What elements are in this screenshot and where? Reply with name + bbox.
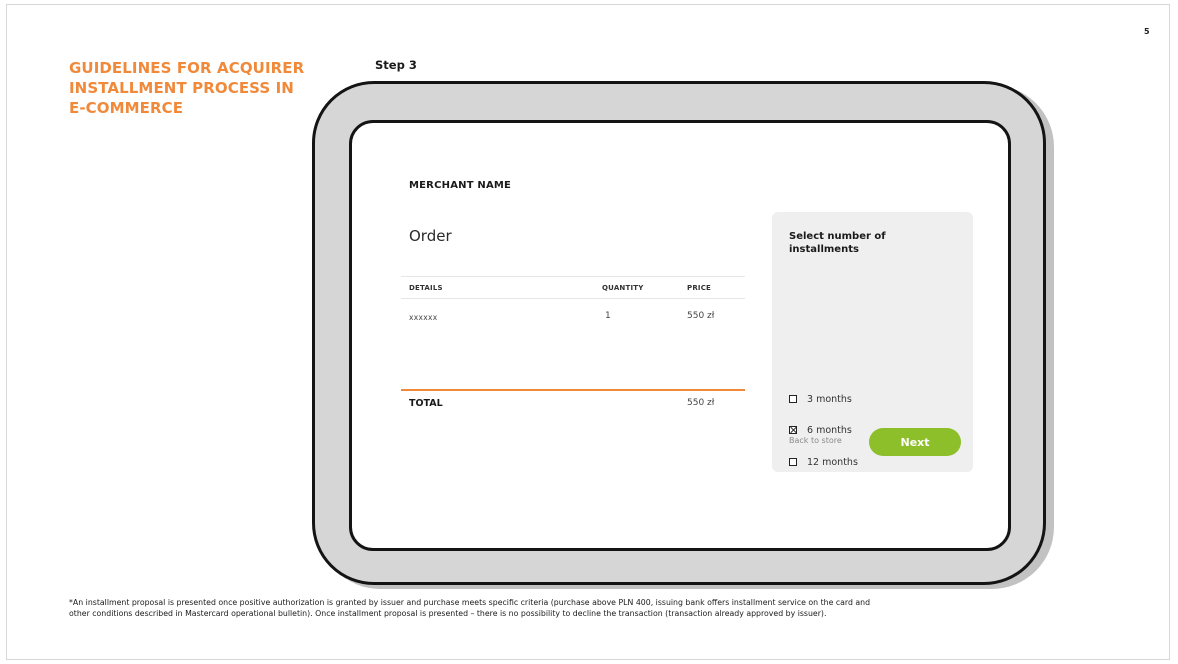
checkbox-unchecked[interactable] (789, 395, 797, 403)
table-cell-details: xxxxxx (409, 313, 438, 322)
page-number: 5 (1144, 27, 1150, 36)
total-value: 550 zł (687, 398, 715, 408)
installment-option-6-months[interactable]: 6 months (789, 423, 852, 437)
installments-panel: Select number of installments 3 months 6… (772, 212, 973, 472)
table-divider (401, 276, 745, 277)
installment-option-3-months[interactable]: 3 months (789, 392, 852, 406)
footnote-line: other conditions described in Mastercard… (69, 609, 827, 618)
slide-title: GUIDELINES FOR ACQUIRER INSTALLMENT PROC… (69, 58, 329, 118)
order-heading: Order (409, 227, 452, 245)
installments-title: Select number of installments (789, 231, 886, 255)
column-header-price: PRICE (687, 284, 712, 292)
column-header-details: DETAILS (409, 284, 443, 292)
table-cell-price: 550 zł (687, 311, 715, 321)
slide-title-line: GUIDELINES FOR ACQUIRER (69, 59, 305, 77)
total-divider (401, 389, 745, 391)
step-label: Step 3 (375, 58, 417, 72)
slide-title-line: INSTALLMENT PROCESS IN (69, 79, 294, 97)
slide-title-line: E-COMMERCE (69, 99, 184, 117)
table-cell-quantity: 1 (605, 311, 611, 321)
footnote-line: *An installment proposal is presented on… (69, 598, 871, 607)
column-header-quantity: QUANTITY (602, 284, 644, 292)
installment-option-label: 3 months (807, 393, 852, 405)
back-to-store-link[interactable]: Back to store (789, 436, 842, 445)
installment-option-label: 12 months (807, 456, 858, 468)
next-button[interactable]: Next (869, 428, 961, 456)
footnote: *An installment proposal is presented on… (69, 597, 1089, 619)
table-divider (401, 298, 745, 299)
installment-option-12-months[interactable]: 12 months (789, 455, 858, 469)
installment-option-label: 6 months (807, 424, 852, 436)
checkbox-checked[interactable] (789, 426, 797, 434)
checkbox-unchecked[interactable] (789, 458, 797, 466)
tablet-screen: MERCHANT NAME Order DETAILS QUANTITY PRI… (349, 120, 1011, 551)
merchant-name: MERCHANT NAME (409, 180, 512, 191)
total-label: TOTAL (409, 398, 443, 409)
